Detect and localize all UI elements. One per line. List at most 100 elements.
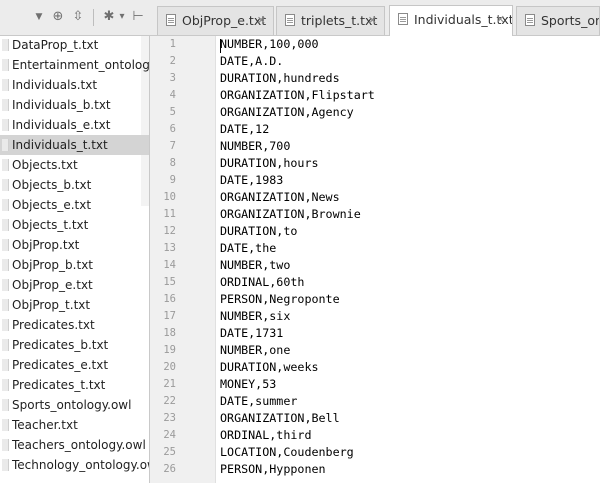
line-number: 22 — [163, 395, 176, 407]
line-text[interactable]: DATE,1983 — [220, 172, 283, 189]
line-text[interactable]: DURATION,to — [220, 223, 297, 240]
tab-individuals-t[interactable]: Individuals_t.txt ✕ — [389, 5, 513, 36]
file-item[interactable]: Entertainment_ontology.owl — [0, 55, 150, 75]
line-number: 9 — [169, 174, 176, 186]
line-number: 24 — [163, 429, 176, 441]
line-text[interactable]: ORDINAL,60th — [220, 274, 304, 291]
file-icon — [2, 39, 9, 51]
file-item[interactable]: Predicates.txt — [0, 315, 149, 335]
line-text[interactable]: PERSON,Hypponen — [220, 461, 326, 478]
line-text[interactable]: DATE,1731 — [220, 325, 283, 342]
code-line: 15 ORDINAL,60th — [150, 274, 600, 291]
line-text[interactable]: DURATION,hours — [220, 155, 319, 172]
code-line: 4 ORGANIZATION,Flipstart — [150, 87, 600, 104]
line-text[interactable]: DATE,12 — [220, 121, 269, 138]
target-icon[interactable]: ⊕ — [50, 9, 66, 25]
line-text[interactable]: DATE,summer — [220, 393, 297, 410]
file-label: Individuals_t.txt — [12, 138, 108, 152]
file-item[interactable]: Predicates_t.txt — [0, 375, 149, 395]
file-label: ObjProp_t.txt — [12, 298, 91, 312]
file-item[interactable]: Predicates_b.txt — [0, 335, 149, 355]
line-text[interactable]: ORGANIZATION,News — [220, 189, 340, 206]
line-text[interactable]: ORGANIZATION,Brownie — [220, 206, 361, 223]
file-item[interactable]: ObjProp_b.txt — [0, 255, 149, 275]
code-line: 12 DURATION,to — [150, 223, 600, 240]
line-number: 5 — [169, 106, 176, 118]
line-number: 25 — [163, 446, 176, 458]
file-item[interactable]: DataProp_t.txt — [0, 36, 149, 55]
file-icon — [2, 339, 9, 351]
text-file-icon — [166, 14, 176, 26]
line-text[interactable]: ORGANIZATION,Agency — [220, 104, 354, 121]
line-text[interactable]: DATE,A.D. — [220, 53, 283, 70]
file-item[interactable]: Individuals_b.txt — [0, 95, 149, 115]
code-line: 11 ORGANIZATION,Brownie — [150, 206, 600, 223]
file-item[interactable]: Objects_t.txt — [0, 215, 149, 235]
tab-label: Sports_ontology.owl — [541, 13, 600, 28]
code-line: 22 DATE,summer — [150, 393, 600, 410]
collapse-all-icon[interactable]: ⇳ — [70, 9, 86, 25]
line-text[interactable]: PERSON,Negroponte — [220, 291, 340, 308]
line-text[interactable]: ORDINAL,third — [220, 427, 311, 444]
line-text[interactable]: NUMBER,two — [220, 257, 290, 274]
line-number: 14 — [163, 259, 176, 271]
code-line: 14 NUMBER,two — [150, 257, 600, 274]
file-item[interactable]: Individuals_t.txt — [0, 135, 149, 155]
file-icon — [2, 259, 9, 271]
line-number: 26 — [163, 463, 176, 475]
file-icon — [2, 299, 9, 311]
line-text[interactable]: DURATION,hundreds — [220, 70, 340, 87]
line-number: 20 — [163, 361, 176, 373]
line-number: 13 — [163, 242, 176, 254]
file-item[interactable]: Objects_e.txt — [0, 195, 149, 215]
hide-panel-icon[interactable]: ⊢ — [130, 9, 146, 25]
close-icon[interactable]: ✕ — [496, 7, 505, 33]
file-item[interactable]: Predicates_e.txt — [0, 355, 149, 375]
line-text[interactable]: NUMBER,700 — [220, 138, 290, 155]
file-icon — [2, 279, 9, 291]
file-icon — [2, 139, 9, 151]
file-item[interactable]: Technology_ontology.owl — [0, 455, 150, 475]
tab-sports-ontology[interactable]: Sports_ontology.owl — [516, 6, 600, 35]
line-text[interactable]: NUMBER,100,000 — [220, 36, 319, 53]
tab-triplets-t[interactable]: triplets_t.txt ✕ — [276, 6, 385, 35]
file-icon — [2, 239, 9, 251]
line-text[interactable]: NUMBER,six — [220, 308, 290, 325]
line-text[interactable]: DURATION,weeks — [220, 359, 319, 376]
file-item[interactable]: Teacher.txt — [0, 415, 149, 435]
file-item[interactable]: Objects.txt — [0, 155, 149, 175]
settings-dropdown-icon[interactable]: ▾ — [114, 9, 130, 25]
line-text[interactable]: LOCATION,Coudenberg — [220, 444, 354, 461]
file-item[interactable]: Individuals_e.txt — [0, 115, 149, 135]
file-item[interactable]: ObjProp_e.txt — [0, 275, 149, 295]
line-text[interactable]: MONEY,53 — [220, 376, 276, 393]
dropdown-arrow-icon[interactable]: ▼ — [31, 9, 47, 25]
code-line: 17 NUMBER,six — [150, 308, 600, 325]
file-item[interactable]: Objects_b.txt — [0, 175, 149, 195]
code-line: 8 DURATION,hours — [150, 155, 600, 172]
file-label: ObjProp_b.txt — [12, 258, 93, 272]
file-item[interactable]: Individuals.txt — [0, 75, 149, 95]
line-text[interactable]: NUMBER,one — [220, 342, 290, 359]
file-icon — [2, 399, 9, 411]
line-number: 8 — [169, 157, 176, 169]
file-item[interactable]: ObjProp.txt — [0, 235, 149, 255]
file-label: Technology_ontology.owl — [12, 458, 150, 472]
line-number: 16 — [163, 293, 176, 305]
file-item[interactable]: ObjProp_t.txt — [0, 295, 149, 315]
line-number: 10 — [163, 191, 176, 203]
line-text[interactable]: ORGANIZATION,Bell — [220, 410, 340, 427]
tab-objprop-e[interactable]: ObjProp_e.txt ✕ — [157, 6, 274, 35]
file-label: Entertainment_ontology.owl — [12, 58, 150, 72]
file-item[interactable]: Sports_ontology.owl — [0, 395, 149, 415]
text-file-icon — [285, 14, 295, 26]
close-icon[interactable]: ✕ — [368, 8, 377, 34]
code-line: 23 ORGANIZATION,Bell — [150, 410, 600, 427]
line-text[interactable]: DATE,the — [220, 240, 276, 257]
line-text[interactable]: ORGANIZATION,Flipstart — [220, 87, 375, 104]
tab-label: ObjProp_e.txt — [182, 13, 267, 28]
line-number: 1 — [169, 38, 176, 50]
file-item[interactable]: Teachers_ontology.owl — [0, 435, 149, 455]
close-icon[interactable]: ✕ — [257, 8, 266, 34]
toolbar-divider — [93, 9, 94, 26]
